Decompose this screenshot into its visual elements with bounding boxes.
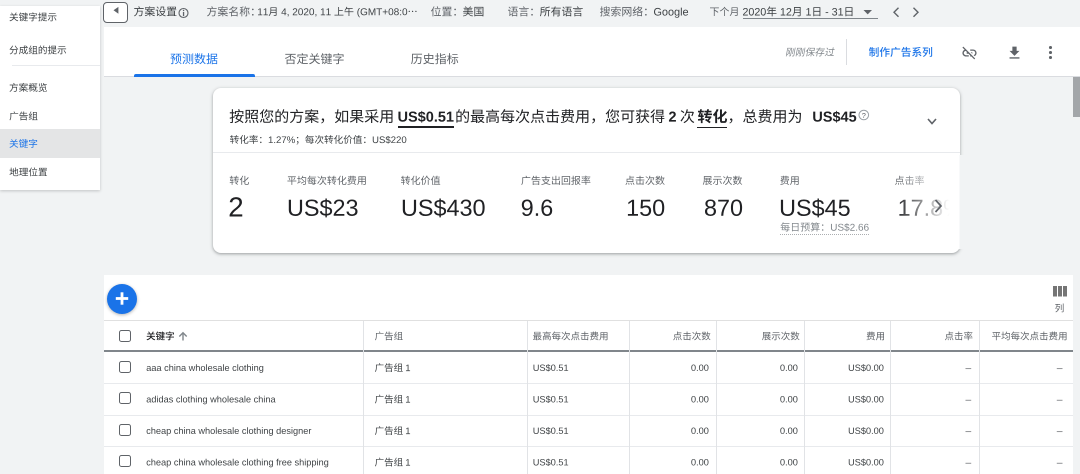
svg-text:?: ? xyxy=(862,111,866,120)
